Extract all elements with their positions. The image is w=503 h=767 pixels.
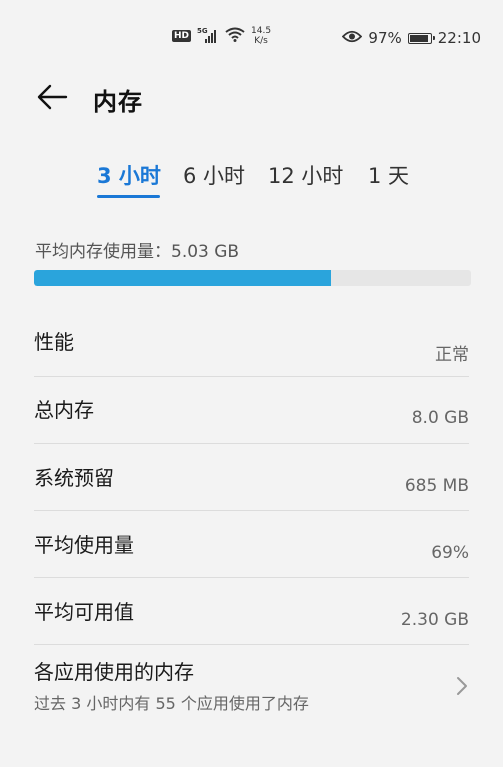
row-value: 正常 (435, 345, 469, 365)
row-label: 平均使用量 (34, 533, 134, 557)
tab-3-hours[interactable]: 3 小时 (97, 160, 161, 190)
row-average-available: 平均可用值 2.30 GB (34, 590, 469, 656)
eye-icon (342, 29, 363, 47)
row-label: 平均可用值 (34, 600, 134, 624)
tab-12-hours[interactable]: 12 小时 (268, 160, 343, 190)
divider (34, 644, 469, 645)
row-system-reserved: 系统预留 685 MB (34, 456, 469, 522)
row-average-usage: 平均使用量 69% (34, 523, 469, 589)
battery-percent: 97% (368, 29, 402, 47)
divider (34, 443, 469, 444)
back-arrow-icon[interactable] (36, 82, 70, 112)
app-memory-subtitle: 过去 3 小时内有 55 个应用使用了内存 (34, 694, 309, 713)
divider (34, 510, 469, 511)
usage-progress-fill (34, 270, 332, 286)
divider (34, 577, 469, 578)
net-speed: 14.5 K/s (251, 26, 271, 46)
time-range-tabs: 3 小时 6 小时 12 小时 1 天 (0, 160, 503, 200)
usage-progress-bar (34, 270, 471, 286)
row-label: 性能 (34, 330, 74, 354)
row-value: 685 MB (404, 476, 469, 496)
signal-icon: 5G (197, 27, 219, 43)
row-total-memory: 总内存 8.0 GB (34, 388, 469, 454)
app-memory-title: 各应用使用的内存 (34, 660, 194, 684)
status-bar: HD 5G 14.5 K/s 97% 22:10 (0, 0, 503, 74)
header: 内存 (0, 74, 503, 122)
row-label: 总内存 (34, 398, 94, 422)
hd-icon: HD (172, 30, 192, 42)
status-left: HD 5G 14.5 K/s (172, 26, 271, 46)
row-label: 系统预留 (34, 466, 114, 490)
row-value: 2.30 GB (400, 610, 469, 630)
average-usage-label: 平均内存使用量：5.03 GB (35, 242, 240, 262)
app-memory-usage-item[interactable]: 各应用使用的内存 过去 3 小时内有 55 个应用使用了内存 (34, 652, 469, 722)
clock: 22:10 (437, 29, 481, 47)
tab-6-hours[interactable]: 6 小时 (183, 160, 245, 190)
active-tab-indicator (97, 195, 160, 198)
battery-icon (407, 32, 435, 44)
net-speed-value: 14.5 (251, 26, 272, 36)
row-value: 8.0 GB (411, 408, 469, 428)
tab-1-day[interactable]: 1 天 (368, 160, 409, 190)
row-value: 69% (431, 543, 469, 563)
chevron-right-icon (455, 676, 469, 696)
page-title: 内存 (93, 88, 143, 116)
status-right: 97% 22:10 (342, 29, 481, 47)
wifi-icon (225, 27, 245, 46)
divider (34, 376, 469, 377)
net-speed-unit: K/s (254, 36, 268, 46)
